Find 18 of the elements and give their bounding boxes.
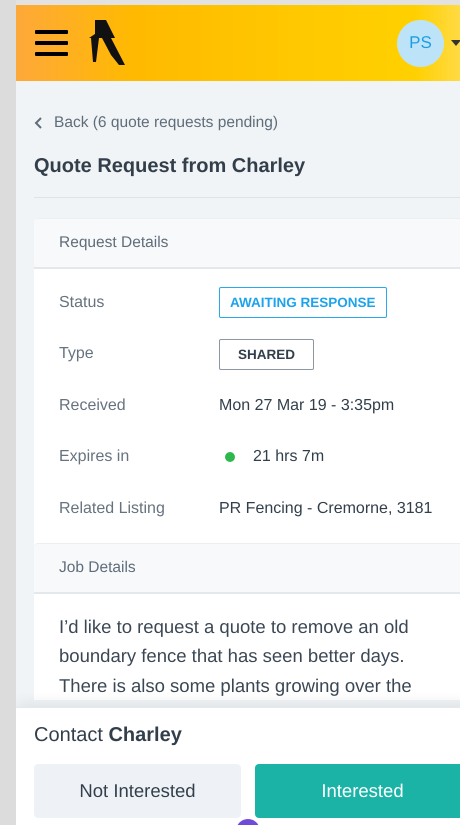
- detail-label: Type: [59, 345, 95, 364]
- detail-label: Expires in: [59, 448, 130, 466]
- type-badge: SHARED: [219, 338, 314, 370]
- interested-button[interactable]: Interested: [255, 764, 460, 818]
- detail-label: Related Listing: [59, 500, 166, 518]
- job-description: I’d like to request a quote to remove an old boundary fence that has seen better days. There is also some plants growing over the: [58, 614, 413, 698]
- back-link[interactable]: Back (6 quote requests pending): [34, 114, 278, 132]
- detail-label: Status: [59, 294, 106, 312]
- section-heading: Request Details: [34, 218, 460, 269]
- contact-heading: Contact Charley: [34, 724, 183, 747]
- not-interested-button[interactable]: Not Interested: [34, 764, 241, 818]
- page-title: Quote Request from Charley: [34, 155, 306, 178]
- status-badge: AWAITING RESPONSE: [219, 287, 387, 318]
- section-heading: Job Details: [34, 542, 460, 594]
- detail-value: 21 hrs 7m: [253, 448, 324, 466]
- detail-label: Received: [59, 396, 127, 415]
- detail-value: Mon 27 Mar 19 - 3:35pm: [219, 396, 394, 415]
- detail-value: PR Fencing - Cremorne, 3181: [219, 500, 432, 518]
